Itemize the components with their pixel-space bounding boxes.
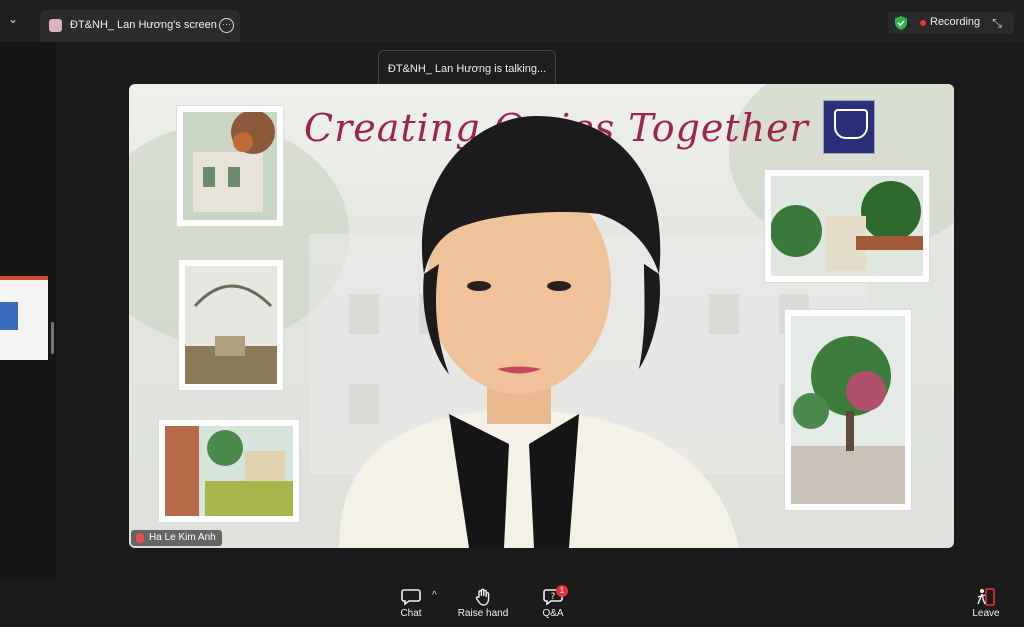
photo-stamp (761, 166, 933, 286)
logo-crest (834, 109, 868, 139)
qa-badge: 1 (556, 585, 568, 597)
participant-figure (339, 115, 739, 548)
raise-hand-label: Raise hand (457, 608, 509, 619)
shared-screen-tab[interactable]: ĐT&NH_ Lan Hương's screen ··· (40, 10, 240, 42)
scrollbar[interactable] (51, 322, 54, 354)
recording-indicator[interactable]: Recording ⤡ (888, 12, 1014, 34)
photo-stamp (155, 416, 303, 526)
talking-notification: ĐT&NH_ Lan Hương is talking... (378, 50, 556, 88)
chat-label: Chat (400, 608, 422, 619)
qa-label: Q&A (542, 608, 564, 619)
tree-photo (185, 266, 277, 384)
hand-icon (475, 588, 490, 606)
thumbnail-graphic (0, 302, 18, 330)
recording-label: Recording (930, 16, 981, 28)
qa-button[interactable]: ? 1 Q&A (540, 585, 568, 619)
meeting-toolbar: Chat ^ Raise hand ? 1 Q&A Leave (0, 580, 1024, 627)
mic-muted-icon (136, 533, 144, 543)
campus-photo (770, 176, 923, 276)
slide-thumbnail[interactable] (0, 276, 48, 360)
collapse-icon[interactable]: ⤡ (990, 16, 1004, 30)
chat-button[interactable]: Chat (398, 588, 424, 619)
photo-stamp (781, 306, 915, 514)
tab-title: ĐT&NH_ Lan Hương's screen (70, 19, 217, 31)
avatar (49, 19, 62, 32)
flowering-tree-photo (791, 316, 905, 504)
photo-stamp (173, 102, 287, 230)
chat-icon (401, 589, 421, 606)
participant-video[interactable]: Creating Or ies Together (129, 84, 954, 548)
photo-stamp (175, 256, 287, 394)
recording-dot-icon (920, 20, 926, 26)
participant-name: Ha Le Kim Anh (149, 532, 216, 543)
leave-button[interactable]: Leave (972, 588, 1000, 619)
canal-photo (165, 426, 293, 516)
leave-label: Leave (972, 608, 1000, 619)
participant-name-tag: Ha Le Kim Anh (131, 530, 222, 546)
svg-text:?: ? (551, 592, 556, 602)
university-logo (823, 100, 875, 154)
chevron-up-icon[interactable]: ^ (432, 590, 437, 601)
top-bar: ⌄ ĐT&NH_ Lan Hương's screen ··· Recordin… (0, 0, 1024, 42)
thumbnail-strip (0, 42, 56, 580)
building-photo (183, 110, 277, 220)
ellipsis-icon[interactable]: ··· (219, 18, 234, 33)
raise-hand-button[interactable]: Raise hand (457, 588, 509, 619)
chevron-down-icon[interactable]: ⌄ (6, 12, 20, 26)
leave-icon (977, 588, 995, 606)
shield-icon (895, 16, 907, 30)
